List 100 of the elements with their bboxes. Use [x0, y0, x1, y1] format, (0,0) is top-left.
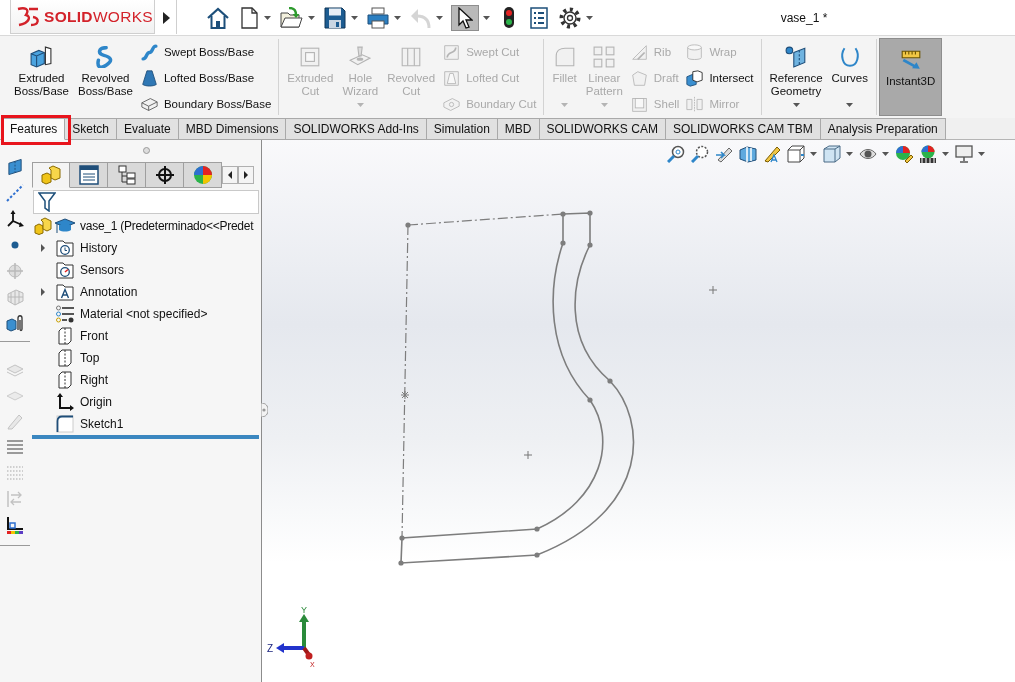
- command-button[interactable]: Revolved Boss/Base: [73, 39, 137, 115]
- section-cube-icon[interactable]: [739, 145, 757, 163]
- command-button[interactable]: Lofted Boss/Base: [137, 65, 275, 91]
- caret-icon[interactable]: [978, 152, 985, 156]
- filter-icon: [38, 192, 56, 212]
- scroll-left-button[interactable]: [222, 166, 238, 184]
- ruler-arrow-icon: [899, 49, 922, 71]
- caret-icon[interactable]: [942, 152, 949, 156]
- tree-item[interactable]: vase_1 (Predeterminado<<Predet: [32, 215, 254, 237]
- coordinate-axes-icon[interactable]: [6, 210, 24, 228]
- tab[interactable]: Analysis Preparation: [820, 118, 946, 140]
- caret-icon[interactable]: [264, 15, 271, 20]
- cube-clip-icon[interactable]: [6, 314, 24, 332]
- tab[interactable]: MBD Dimensions: [178, 118, 287, 140]
- dashed-axis-icon[interactable]: [6, 184, 24, 202]
- checklist-icon: [530, 6, 548, 29]
- material-list-icon: [56, 305, 74, 323]
- handle-dot-icon[interactable]: [143, 146, 150, 154]
- axis-label: Y: [301, 606, 307, 615]
- plane-icon[interactable]: [6, 158, 24, 176]
- tree-item[interactable]: Annotation: [32, 281, 138, 303]
- tab[interactable]: Evaluate: [117, 118, 179, 140]
- angled-arrow-icon[interactable]: [715, 145, 733, 163]
- color-ball-pencil-icon[interactable]: [895, 145, 913, 163]
- command-button[interactable]: Extruded Boss/Base: [10, 39, 73, 115]
- caret-icon[interactable]: [810, 152, 817, 156]
- new-document-button[interactable]: [238, 4, 260, 31]
- tree-item[interactable]: History: [32, 237, 118, 259]
- expand-arrow-icon[interactable]: [41, 288, 45, 296]
- pointer-icon: [457, 6, 473, 29]
- caret-icon[interactable]: [351, 15, 358, 20]
- traffic-light-icon: [504, 7, 514, 28]
- caret-icon[interactable]: [483, 15, 490, 20]
- tree-item[interactable]: Sketch1: [32, 413, 124, 435]
- command-button[interactable]: Swept Boss/Base: [137, 39, 275, 65]
- tree-item[interactable]: Front: [32, 325, 108, 347]
- tab[interactable]: [70, 162, 108, 188]
- caret-icon[interactable]: [846, 152, 853, 156]
- tab[interactable]: SOLIDWORKS CAM TBM: [665, 118, 821, 140]
- command-button[interactable]: Instant3D: [879, 38, 943, 116]
- properties-button[interactable]: [528, 4, 550, 31]
- tab[interactable]: SOLIDWORKS CAM: [539, 118, 666, 140]
- tab[interactable]: MBD: [497, 118, 540, 140]
- window-title: vase_1 *: [780, 10, 828, 25]
- tree-item[interactable]: Sensors: [32, 259, 125, 281]
- save-button[interactable]: [323, 4, 347, 31]
- print-button[interactable]: [366, 4, 390, 31]
- command-button[interactable]: Intersect: [683, 65, 757, 91]
- open-button[interactable]: [279, 4, 304, 31]
- hierarchy-icon: [116, 165, 137, 185]
- rounded-block-icon: [553, 46, 576, 68]
- stacked-blocks-icon: [34, 217, 52, 235]
- caret-icon[interactable]: [308, 15, 315, 20]
- logo-panel[interactable]: SOLIDWORKS: [10, 0, 155, 34]
- drill-icon: [349, 46, 372, 68]
- caret-icon[interactable]: [394, 15, 401, 20]
- document-icon: [240, 6, 258, 29]
- grooved-block-icon: [400, 46, 423, 68]
- dashed-plane-icon: [58, 349, 72, 367]
- caret-icon[interactable]: [882, 152, 889, 156]
- splitter-handle-icon[interactable]: [261, 403, 268, 417]
- tree-item[interactable]: Right: [32, 369, 108, 391]
- intersect-cubes-icon: [686, 69, 704, 87]
- pen-letter-icon[interactable]: [763, 145, 781, 163]
- command-button[interactable]: Boundary Boss/Base: [137, 91, 275, 117]
- scroll-right-button[interactable]: [238, 166, 254, 184]
- dashed-plane-icon: [58, 327, 72, 345]
- monitor-icon[interactable]: [955, 145, 973, 163]
- folder-letter-icon: [56, 283, 74, 301]
- expand-arrow-icon[interactable]: [41, 244, 45, 252]
- draft-icon: [630, 69, 648, 87]
- stacked-lines-icon[interactable]: [6, 438, 24, 456]
- folder-clock-icon: [56, 239, 74, 257]
- shaded-cube-icon[interactable]: [823, 145, 841, 163]
- expand-arrow-icon[interactable]: [163, 11, 170, 24]
- tree-item[interactable]: Top: [32, 347, 100, 369]
- caret-icon[interactable]: [586, 15, 593, 20]
- color-ball-icon[interactable]: [919, 145, 937, 163]
- tab[interactable]: [108, 162, 146, 188]
- color-scale-icon[interactable]: [6, 516, 24, 534]
- tab[interactable]: Features: [2, 118, 66, 140]
- command-button[interactable]: Reference Geometry: [765, 39, 827, 115]
- printer-icon: [367, 6, 389, 29]
- point-icon[interactable]: [11, 241, 19, 249]
- magnifier-icon[interactable]: [691, 145, 709, 163]
- command-button[interactable]: Curves: [827, 39, 872, 115]
- tree-item[interactable]: Material <not specified>: [32, 303, 208, 325]
- axis-arrows-icon: [276, 614, 313, 660]
- cube-outline-icon[interactable]: [787, 145, 805, 163]
- select-button[interactable]: [451, 4, 479, 31]
- tab[interactable]: SOLIDWORKS Add-Ins: [286, 118, 427, 140]
- tapered-solid-icon: [140, 69, 158, 87]
- magnifier-icon[interactable]: [667, 145, 685, 163]
- home-icon: [207, 6, 229, 29]
- triangle-right-icon: [244, 171, 248, 179]
- filter-field[interactable]: [33, 190, 259, 214]
- tree-item[interactable]: Origin: [32, 391, 112, 413]
- tab[interactable]: [146, 162, 184, 188]
- tab[interactable]: Sketch: [65, 118, 118, 140]
- tab[interactable]: Simulation: [426, 118, 498, 140]
